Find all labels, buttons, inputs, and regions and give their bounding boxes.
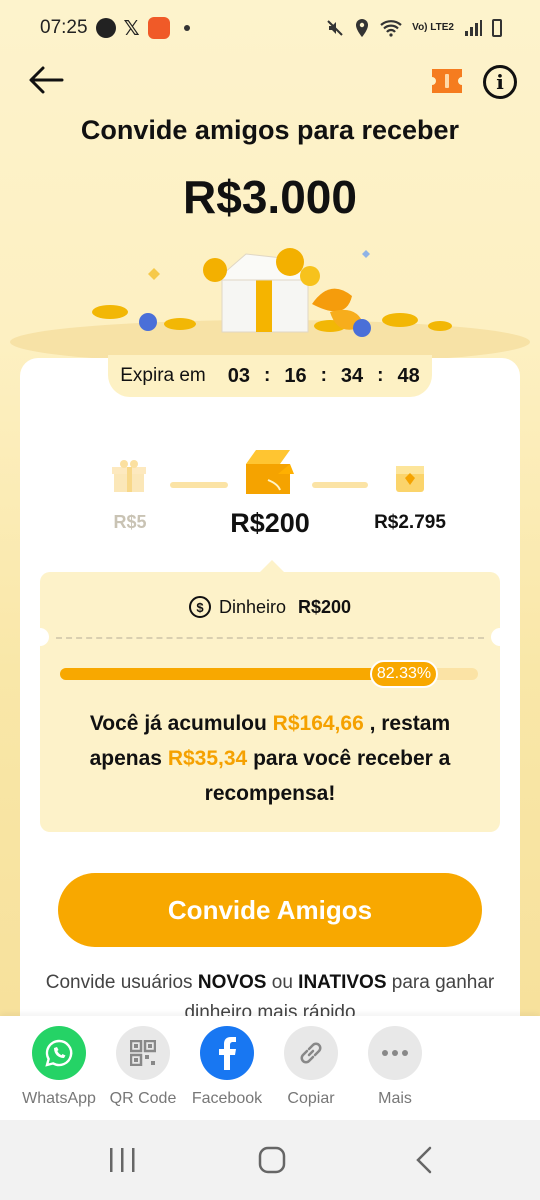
share-copy-button[interactable]: Copiar [269,1026,353,1108]
step-connector [312,482,368,488]
qr-code-icon [116,1026,170,1080]
share-facebook-button[interactable]: Facebook [185,1026,269,1108]
gift-coins-illustration [10,248,530,362]
wifi-icon [380,20,402,37]
share-sheet: WhatsApp QR Code Facebook Copiar Mais [0,1016,540,1120]
timer-separator: : [377,365,384,386]
page-title: Convide amigos para receber [80,115,460,145]
home-icon [258,1146,286,1174]
dollar-icon: $ [188,596,211,618]
share-label: Facebook [191,1090,263,1107]
step-2-amount: R$200 [230,508,310,538]
hint-new-users: NOVOS [197,972,267,993]
hint-text: Convide usuários [45,972,198,993]
message-text: Você já acumulou [89,712,273,735]
step-1-amount: R$5 [113,512,147,532]
cash-label: Dinheiro [218,596,286,617]
share-label: QR Code [109,1090,177,1107]
progress-percent-badge: 82.33% [370,660,438,688]
arrow-left-icon [29,66,64,94]
home-button[interactable] [242,1142,302,1178]
system-nav-bar [0,1120,540,1200]
soccer-ball-icon [95,18,116,38]
timer-minutes: 16 [284,364,307,387]
mute-icon [327,20,343,36]
ticket-notch [31,628,49,646]
step-3-amount: R$2.795 [374,512,446,533]
hint-text: ou [266,972,299,993]
timer-separator: : [320,365,327,386]
remaining-amount: R$35,34 [167,747,248,770]
share-label: Mais [378,1090,412,1107]
chevron-left-icon [416,1146,432,1174]
share-label: Copiar [287,1090,335,1107]
kwai-app-icon [147,17,170,39]
share-label: WhatsApp [22,1090,96,1107]
open-box-icon [246,450,294,494]
hint-inactive-users: INATIVOS [298,972,387,993]
status-bar: 07:25 𝕏 Vo) LTE2 [0,0,540,56]
link-icon [284,1026,338,1080]
reward-steps: R$5 R$200 R$2.795 [20,440,520,550]
cash-value: R$200 [298,596,352,617]
info-button[interactable]: i [483,65,517,99]
notification-dot-icon [183,25,190,31]
progress-fill [60,668,404,680]
whatsapp-icon [32,1026,86,1080]
location-icon [356,19,369,37]
x-app-icon: 𝕏 [123,17,140,40]
back-button[interactable] [26,60,66,100]
cash-reward-row: $ Dinheiro R$200 [40,592,500,622]
share-qr-button[interactable]: QR Code [101,1026,185,1108]
expiry-timer: Expira em 03 : 16 : 34 : 48 [108,355,432,397]
total-reward-amount: R$3.000 [183,171,357,223]
timer-hours: 03 [227,364,251,387]
more-icon [368,1026,422,1080]
recent-apps-button[interactable] [92,1142,152,1178]
share-more-button[interactable]: Mais [353,1026,437,1108]
ticket-button[interactable] [430,66,464,96]
timer-centiseconds: 48 [397,364,420,387]
system-back-button[interactable] [394,1142,454,1178]
recent-apps-icon [110,1148,135,1172]
invite-friends-button[interactable]: Convide Amigos [58,873,482,947]
accumulated-amount: R$164,66 [272,712,364,735]
gift-box-icon [112,460,146,492]
facebook-icon [200,1026,254,1080]
share-whatsapp-button[interactable]: WhatsApp [17,1026,101,1108]
signal-icon [465,20,482,36]
battery-icon [492,19,502,37]
progress-message: Você já acumulou R$164,66 , restam apena… [60,706,480,811]
status-time: 07:25 [40,17,88,38]
info-icon: i [496,70,504,94]
ticket-notch [491,628,509,646]
timer-separator: : [264,365,271,386]
network-type: Vo) LTE2 [412,22,454,33]
treasure-box-icon [396,466,424,492]
ticket-icon [432,69,462,93]
timer-label: Expira em [120,365,206,386]
dashed-divider [56,637,484,639]
timer-seconds: 34 [340,364,364,387]
step-connector [170,482,228,488]
